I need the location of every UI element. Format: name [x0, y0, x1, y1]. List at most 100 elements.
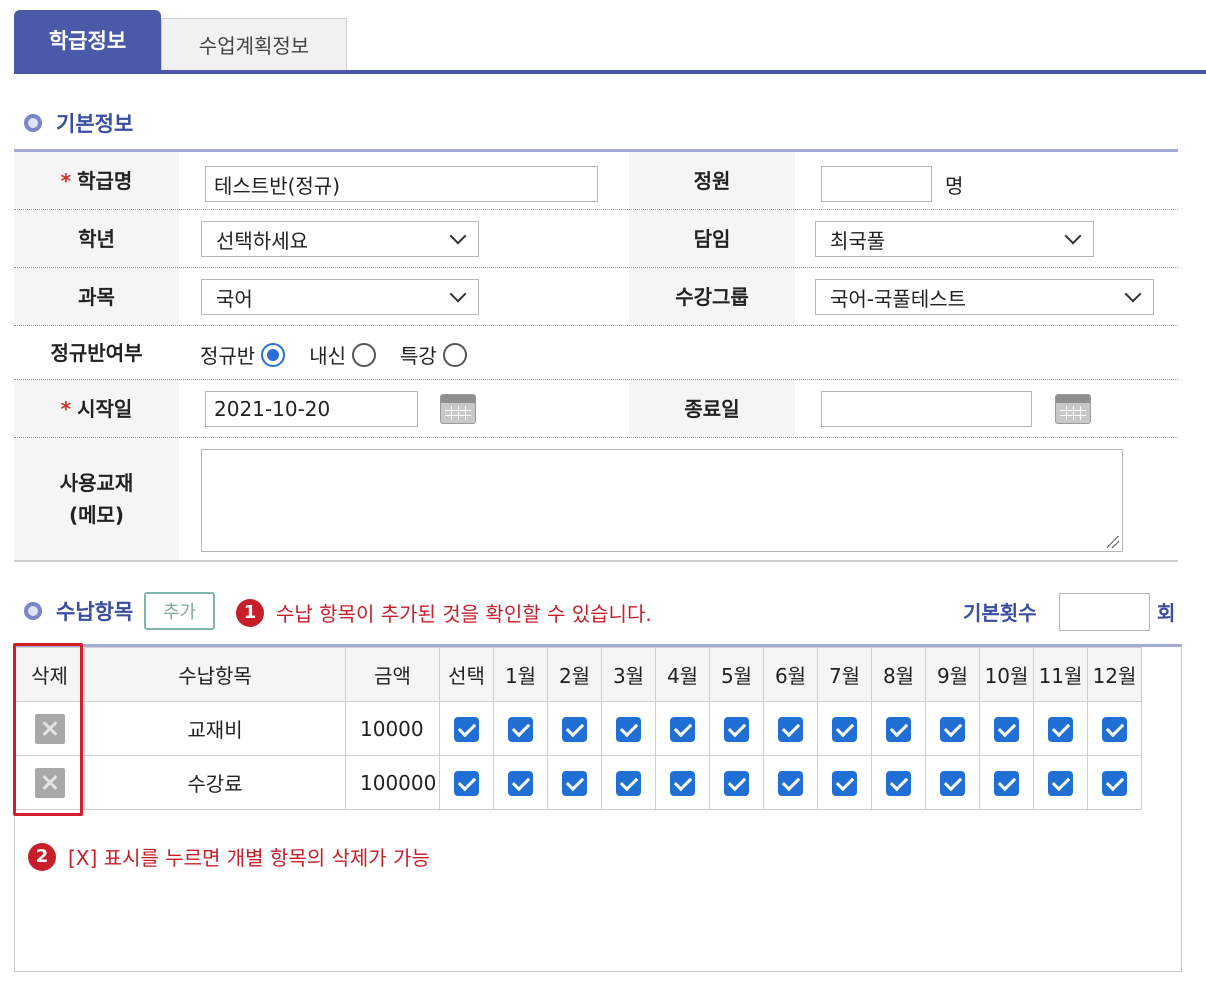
select-cell [439, 755, 494, 810]
month-checkbox[interactable] [670, 716, 695, 742]
add-item-button[interactable]: 추가 [144, 592, 215, 630]
month-checkbox[interactable] [670, 770, 695, 796]
month-cell [1087, 755, 1142, 810]
radio-regular[interactable] [261, 342, 286, 367]
item-cell: 교재비 [84, 701, 346, 756]
month-checkbox[interactable] [994, 770, 1019, 796]
col-month: 9월 [925, 647, 980, 702]
month-checkbox[interactable] [508, 716, 533, 742]
payment-header-row: 삭제 수납항목 금액 선택 1월 2월 3월 4월 5월 6월 7월 8월 9월… [14, 647, 1142, 702]
month-checkbox[interactable] [940, 716, 965, 742]
table-row: 수강료 100000 [14, 755, 1142, 810]
month-checkbox[interactable] [616, 716, 641, 742]
class-name-label: * 학급명 [14, 152, 179, 209]
month-cell [925, 701, 980, 756]
month-cell [493, 701, 548, 756]
month-checkbox[interactable] [1102, 770, 1127, 796]
required-mark: * [60, 168, 72, 193]
month-cell [817, 701, 872, 756]
month-cell [601, 701, 656, 756]
regular-label: 정규반여부 [14, 326, 179, 379]
col-month: 7월 [817, 647, 872, 702]
month-checkbox[interactable] [886, 716, 911, 742]
radio-special[interactable] [442, 342, 467, 367]
month-cell [763, 701, 818, 756]
base-count-input[interactable] [1059, 593, 1150, 631]
month-cell [979, 701, 1034, 756]
number-badge: 1 [236, 598, 264, 627]
month-checkbox[interactable] [1102, 716, 1127, 742]
select-checkbox[interactable] [454, 770, 479, 796]
base-count-unit: 회 [1157, 601, 1176, 625]
resize-grip-icon[interactable] [1107, 536, 1119, 548]
required-mark: * [60, 396, 72, 421]
chevron-down-icon [1124, 285, 1142, 303]
subject-select[interactable]: 국어 [201, 279, 479, 315]
month-checkbox[interactable] [778, 770, 803, 796]
chevron-down-icon [449, 285, 467, 303]
teacher-select[interactable]: 최국풀 [815, 221, 1094, 257]
month-checkbox[interactable] [616, 770, 641, 796]
month-checkbox[interactable] [562, 716, 587, 742]
chevron-down-icon [1064, 227, 1082, 245]
payment-table: 삭제 수납항목 금액 선택 1월 2월 3월 4월 5월 6월 7월 8월 9월… [14, 647, 1142, 810]
form-row-class-name: * 학급명 테스트반(정규) 정원 명 [14, 152, 1178, 210]
grade-select[interactable]: 선택하세요 [201, 221, 479, 257]
month-cell [709, 701, 764, 756]
month-checkbox[interactable] [886, 770, 911, 796]
month-checkbox[interactable] [724, 770, 749, 796]
regular-radio-group: 정규반 내신 특강 [200, 340, 491, 369]
amount-cell: 100000 [345, 755, 440, 810]
section-payment-title: 수납항목 [56, 600, 134, 624]
end-date-label: 종료일 [629, 380, 795, 437]
delete-column-highlight [13, 643, 83, 816]
tab-class-info[interactable]: 학급정보 [14, 10, 161, 70]
end-date-input[interactable] [821, 391, 1032, 427]
month-cell [547, 755, 602, 810]
number-badge: 2 [28, 842, 56, 871]
textbook-textarea[interactable] [201, 449, 1123, 552]
month-cell [493, 755, 548, 810]
month-checkbox[interactable] [832, 770, 857, 796]
col-month: 3월 [601, 647, 656, 702]
calendar-icon[interactable] [1055, 394, 1091, 424]
month-checkbox[interactable] [562, 770, 587, 796]
col-select: 선택 [439, 647, 494, 702]
base-count-label: 기본횟수 [963, 601, 1037, 625]
month-cell [817, 755, 872, 810]
month-checkbox[interactable] [724, 716, 749, 742]
month-cell [709, 755, 764, 810]
col-month: 6월 [763, 647, 818, 702]
month-checkbox[interactable] [778, 716, 803, 742]
month-checkbox[interactable] [940, 770, 965, 796]
bullet-icon [24, 602, 42, 620]
teacher-label: 담임 [629, 210, 795, 267]
month-cell [547, 701, 602, 756]
note-2-text: [X] 표시를 누르면 개별 항목의 삭제가 가능 [68, 846, 430, 870]
tab-lesson-plan-info[interactable]: 수업계획정보 [161, 18, 347, 70]
class-name-input[interactable]: 테스트반(정규) [205, 166, 598, 202]
form-row-regular: 정규반여부 정규반 내신 특강 [14, 326, 1178, 380]
tab-bar: 학급정보 수업계획정보 [14, 10, 1206, 74]
item-cell: 수강료 [84, 755, 346, 810]
month-cell [1033, 701, 1088, 756]
calendar-icon[interactable] [440, 394, 476, 424]
month-cell [871, 701, 926, 756]
col-item: 수납항목 [84, 647, 346, 702]
select-checkbox[interactable] [454, 716, 479, 742]
month-checkbox[interactable] [1048, 716, 1073, 742]
month-checkbox[interactable] [832, 716, 857, 742]
radio-special-label: 특강 [400, 344, 437, 368]
month-checkbox[interactable] [994, 716, 1019, 742]
month-checkbox[interactable] [1048, 770, 1073, 796]
section-payment-items: 수납항목 [24, 596, 133, 626]
start-date-input[interactable]: 2021-10-20 [205, 391, 418, 427]
col-month: 11월 [1033, 647, 1088, 702]
course-group-select[interactable]: 국어-국풀테스트 [815, 279, 1154, 315]
radio-naesin-label: 내신 [309, 344, 347, 368]
radio-naesin[interactable] [352, 342, 377, 367]
capacity-input[interactable] [821, 166, 932, 202]
form-row-grade: 학년 선택하세요 담임 최국풀 [14, 210, 1178, 268]
month-checkbox[interactable] [508, 770, 533, 796]
col-month: 12월 [1087, 647, 1142, 702]
